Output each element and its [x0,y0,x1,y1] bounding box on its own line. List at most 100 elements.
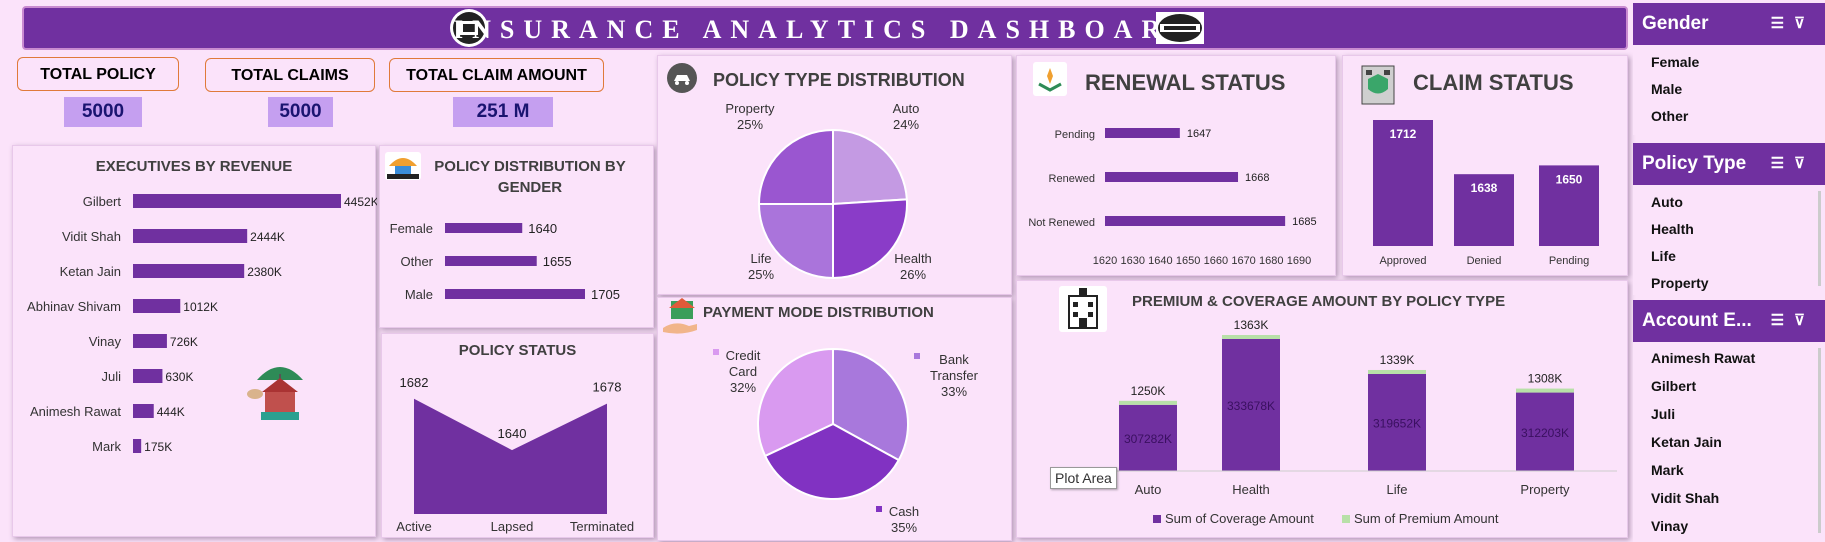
account-slicer-item[interactable]: Mark [1633,456,1825,484]
renewal-axis-tick: 1630 [1120,255,1144,267]
policy-type-percent-label: 24% [893,117,919,132]
coverage-value-label: 312203K [1521,426,1569,440]
status-area [414,398,607,514]
payment-category-label: Transfer [930,368,979,383]
executive-bar [133,404,154,418]
premium-legend-marker [1342,515,1350,523]
coverage-value-label: 333678K [1227,399,1275,413]
renewal-axis-tick: 1650 [1176,255,1200,267]
executive-value-label: 1012K [183,300,218,314]
gender-slicer-item[interactable]: Other [1633,103,1825,130]
coverage-value-label: 307282K [1124,432,1172,446]
premium-value-label: 1363K [1234,318,1269,332]
clear-filter-icon[interactable]: ⊽ [1794,312,1815,329]
policy-type-percent-label: 25% [737,117,763,132]
multi-select-icon[interactable]: ☰ [1771,155,1794,172]
policy-type-slice [832,198,908,280]
policy-type-slicer-item[interactable]: Health [1633,216,1825,243]
kpi-total-policy-value: 5000 [64,97,142,127]
status-value-label: 1678 [593,380,622,395]
premium-coverage-stacked-chart: 307282K 1250K Auto 333678K 1363K Health 319652… [1077,318,1617,526]
renewal-label: Pending [1055,129,1095,141]
claim-value-label: 1712 [1390,127,1417,141]
renewal-bar [1105,216,1286,226]
premium-bar [1119,400,1177,405]
executive-label: Vinay [89,334,122,349]
kpi-total-claims-label: TOTAL CLAIMS [205,58,375,92]
executive-label: Ketan Jain [60,264,121,279]
premium-category-label: Health [1232,482,1270,497]
renewal-axis-tick: 1690 [1287,255,1311,267]
clear-filter-icon[interactable]: ⊽ [1794,15,1815,32]
policy-type-slicer-header: Policy Type ☰⊽ [1633,143,1825,185]
renewal-value-label: 1685 [1292,216,1316,228]
executive-value-label: 630K [165,370,193,384]
account-slicer-item[interactable]: Gilbert [1633,372,1825,400]
account-slicer-title: Account E... [1642,310,1752,331]
account-slicer-item[interactable]: Animesh Rawat [1633,344,1825,372]
insurance-house-umbrella-icon [245,354,315,424]
renewal-axis-tick: 1640 [1148,255,1172,267]
policy-type-slice [757,128,834,205]
kpi-total-claims-value: 5000 [268,97,333,127]
account-executive-slicer: Account E... ☰⊽ Animesh Rawat Gilbert Ju… [1633,300,1825,542]
clear-filter-icon[interactable]: ⊽ [1794,155,1815,172]
claim-category-label: Pending [1549,255,1589,267]
executive-value-label: 175K [144,440,172,454]
premium-category-label: Property [1520,482,1570,497]
executive-bar [133,369,163,383]
executive-value-label: 444K [157,405,185,419]
payment-percent-label: 35% [891,520,917,535]
policy-type-slice [832,128,908,206]
renewal-axis-tick: 1670 [1231,255,1255,267]
kpi-total-claim-amount-label: TOTAL CLAIM AMOUNT [389,58,604,92]
executive-bar [133,439,142,453]
claim-category-label: Approved [1379,255,1426,267]
page-title: INSURANCE ANALYTICS DASHBOARD [452,15,1198,44]
gender-slicer-title: Gender [1642,13,1709,34]
executive-value-label: 2380K [247,265,282,279]
gender-slicer: Gender ☰⊽ Female Male Other [1633,3,1825,135]
executive-label: Animesh Rawat [30,404,121,419]
account-slicer-item[interactable]: Vinay [1633,512,1825,540]
claim-value-label: 1638 [1471,181,1498,195]
executive-value-label: 2444K [250,230,285,244]
coverage-value-label: 319652K [1373,416,1421,430]
dashboard-title-bar: INSURANCE ANALYTICS DASHBOARD [22,6,1628,50]
executive-label: Mark [92,439,121,454]
coverage-legend-marker [1153,515,1161,523]
insurance-stamp-right-icon [1156,12,1204,44]
renewal-bar [1105,172,1239,182]
executive-label: Vidit Shah [62,229,121,244]
claim-category-label: Denied [1467,255,1502,267]
renewal-status-panel: RENEWAL STATUS Pending 1647 Renewed 1668 Not… [1016,55,1336,276]
account-slicer-item[interactable]: Juli [1633,400,1825,428]
slicer-scrollbar[interactable] [1818,348,1821,533]
account-slicer-item[interactable]: Ketan Jain [1633,428,1825,456]
executive-bar [133,334,167,348]
gender-slicer-header: Gender ☰⊽ [1633,3,1825,45]
policy-status-panel: POLICY STATUS 1682 Active 1640 Lapsed 1678 Te… [381,333,654,538]
payment-percent-label: 32% [730,380,756,395]
payment-percent-label: 33% [941,384,967,399]
policy-type-slicer-item[interactable]: Auto [1633,189,1825,216]
premium-coverage-panel: PREMIUM & COVERAGE AMOUNT BY POLICY TYPE… [1016,280,1628,538]
gender-slicer-item[interactable]: Male [1633,76,1825,103]
payment-mode-pie-chart: BankTransfer33% Cash35% CreditCard32% [713,347,979,535]
slicer-scrollbar[interactable] [1818,191,1821,286]
gender-slicer-item[interactable]: Female [1633,49,1825,76]
multi-select-icon[interactable]: ☰ [1771,312,1794,329]
payment-category-label: Credit [726,348,761,363]
executive-value-label: 726K [170,335,198,349]
renewal-bar [1105,128,1180,138]
policy-type-slicer-item[interactable]: Life [1633,243,1825,270]
multi-select-icon[interactable]: ☰ [1771,15,1794,32]
payment-legend-marker [876,506,882,512]
policy-type-category-label: Life [751,251,772,266]
kpi-total-policy-label: TOTAL POLICY [17,57,179,91]
policy-type-slicer-item[interactable]: Property [1633,270,1825,297]
account-slicer-item[interactable]: Vidit Shah [1633,484,1825,512]
premium-value-label: 1250K [1131,384,1166,398]
policy-type-category-label: Property [725,101,775,116]
gender-bar [445,289,585,299]
